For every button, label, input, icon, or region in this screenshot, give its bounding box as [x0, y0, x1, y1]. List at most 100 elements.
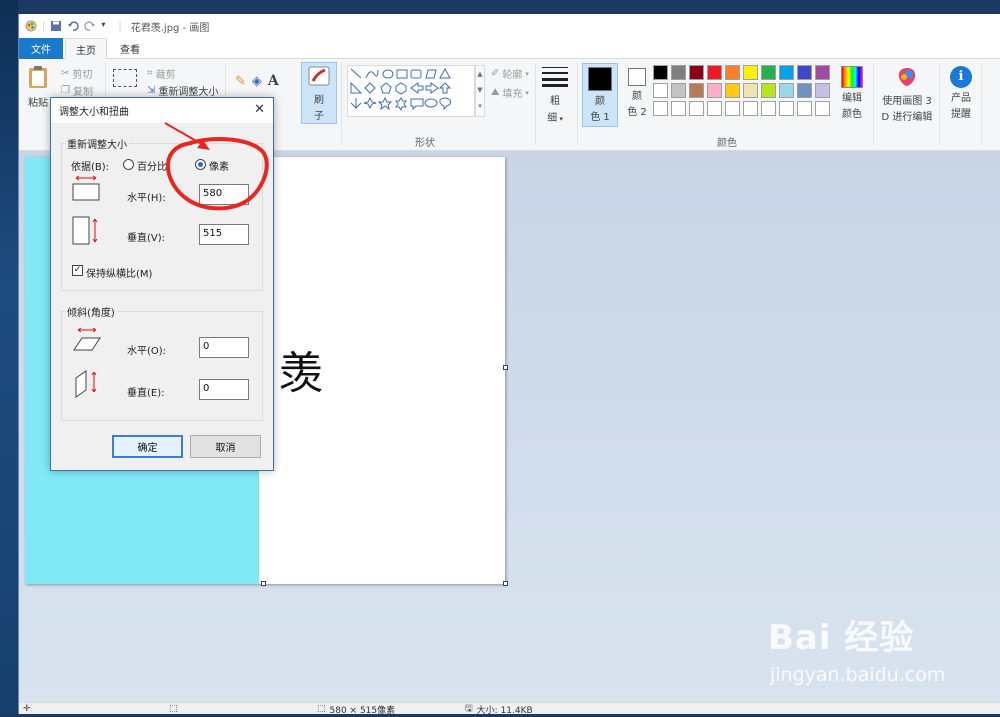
- crop-icon: ⌗: [147, 68, 153, 79]
- vertical-skew-icon: [74, 368, 102, 401]
- paint3d-icon: [896, 66, 918, 91]
- palette-swatch[interactable]: [653, 101, 668, 116]
- shapes-icons: [350, 67, 452, 112]
- palette-swatch[interactable]: [815, 101, 830, 116]
- canvas-text: 羡: [279, 348, 323, 399]
- fill-button[interactable]: ⛰ 填充 ▾: [491, 85, 529, 100]
- line-width-icon: [542, 65, 568, 90]
- palette-swatch[interactable]: [671, 101, 686, 116]
- palette-swatch[interactable]: [761, 65, 776, 80]
- copy-button[interactable]: ❐ 复制: [61, 83, 93, 98]
- palette-swatch[interactable]: [779, 101, 794, 116]
- palette-swatch[interactable]: [725, 83, 740, 98]
- color-spectrum-icon: [841, 66, 863, 88]
- palette-swatch[interactable]: [689, 65, 704, 80]
- palette-swatch[interactable]: [743, 65, 758, 80]
- tab-view[interactable]: 查看: [109, 38, 151, 59]
- product-label-1: 产品: [951, 93, 971, 104]
- brush-icon: [307, 65, 331, 90]
- paste-button[interactable]: 粘贴: [27, 65, 49, 109]
- vertical-input[interactable]: 515: [199, 224, 249, 245]
- redo-icon[interactable]: [84, 20, 96, 32]
- crop-button[interactable]: ⌗ 裁剪: [147, 66, 176, 81]
- skew-horizontal-input[interactable]: 0: [199, 337, 249, 358]
- resize-skew-dialog: 调整大小和扭曲 ✕ 重新调整大小 依据(B): 百分比 像素 水平(H): 58…: [50, 97, 274, 471]
- dialog-title: 调整大小和扭曲: [59, 107, 129, 118]
- palette-swatch[interactable]: [653, 65, 668, 80]
- disk-icon: 🖫: [465, 704, 473, 714]
- text-tool-icon[interactable]: A: [268, 73, 279, 89]
- palette-swatch[interactable]: [689, 101, 704, 116]
- palette-swatch[interactable]: [797, 83, 812, 98]
- color1-label-2: 色 1: [590, 112, 610, 123]
- fill-label: 填充: [502, 89, 523, 100]
- fill-icon: ⛰: [491, 87, 500, 98]
- palette-swatch[interactable]: [779, 83, 794, 98]
- brushes-label-2: 子: [314, 110, 324, 122]
- tab-file[interactable]: 文件: [19, 38, 63, 59]
- skew-vertical-label: 垂直(E):: [127, 388, 165, 399]
- select-button[interactable]: [113, 69, 137, 87]
- keep-aspect-checkbox[interactable]: ✓: [72, 265, 83, 276]
- brushes-button[interactable]: 刷 子: [301, 62, 337, 124]
- color2-button[interactable]: 颜 色 2: [622, 68, 652, 118]
- skew-vertical-input[interactable]: 0: [199, 379, 249, 400]
- palette-swatch[interactable]: [743, 101, 758, 116]
- palette-swatch[interactable]: [815, 65, 830, 80]
- crop-label: 裁剪: [155, 70, 176, 81]
- resize-handle-corner[interactable]: [503, 581, 508, 586]
- color-palette: [653, 65, 835, 123]
- pixels-radio[interactable]: [195, 159, 206, 170]
- save-icon[interactable]: [50, 20, 62, 32]
- cut-label: 剪切: [72, 70, 93, 81]
- vertical-resize-icon: [72, 216, 100, 249]
- palette-swatch[interactable]: [725, 101, 740, 116]
- palette-swatch[interactable]: [761, 101, 776, 116]
- palette-swatch[interactable]: [707, 101, 722, 116]
- undo-icon[interactable]: [67, 20, 80, 32]
- ok-button[interactable]: 确定: [112, 435, 183, 458]
- resize-handle-right[interactable]: [503, 365, 508, 370]
- size-button[interactable]: 粗 细 ▾: [541, 65, 569, 124]
- pencil-icon[interactable]: ✎: [235, 74, 246, 89]
- palette-swatch[interactable]: [671, 65, 686, 80]
- edit-with-paint3d-button[interactable]: 使用画图 3 D 进行编辑: [879, 66, 935, 123]
- resize-button[interactable]: ⇲ 重新调整大小: [147, 83, 218, 98]
- tools-group: ✎ ◈ A: [235, 73, 279, 89]
- resize-handle-bottom[interactable]: [261, 581, 266, 586]
- palette-swatch[interactable]: [707, 83, 722, 98]
- horizontal-skew-icon: [72, 326, 102, 357]
- cancel-button[interactable]: 取消: [190, 435, 261, 458]
- edit-colors-button[interactable]: 编辑 颜色: [837, 66, 867, 120]
- color1-label-1: 颜: [595, 96, 605, 107]
- palette-swatch[interactable]: [797, 65, 812, 80]
- resize-icon: ⇲: [147, 85, 156, 96]
- outline-button[interactable]: ✐ 轮廓 ▾: [491, 66, 529, 81]
- palette-swatch[interactable]: [689, 83, 704, 98]
- palette-swatch[interactable]: [797, 101, 812, 116]
- cut-button[interactable]: ✂ 剪切: [61, 66, 92, 81]
- palette-swatch[interactable]: [761, 83, 776, 98]
- paste-label: 粘贴: [28, 98, 48, 109]
- palette-swatch[interactable]: [725, 65, 740, 80]
- customize-quick-access-icon[interactable]: ▾: [101, 20, 113, 32]
- horizontal-input[interactable]: 580: [199, 184, 249, 205]
- palette-swatch[interactable]: [779, 65, 794, 80]
- palette-swatch[interactable]: [815, 83, 830, 98]
- percent-radio[interactable]: [123, 159, 134, 170]
- shapes-scrollbar[interactable]: ▲ ▼ ▾: [475, 65, 485, 117]
- vertical-label: 垂直(V):: [127, 233, 166, 244]
- color1-button[interactable]: 颜 色 1: [582, 63, 618, 127]
- close-icon[interactable]: ✕: [254, 102, 265, 117]
- fill-bucket-icon[interactable]: ◈: [252, 74, 262, 89]
- copy-label: 复制: [72, 87, 93, 98]
- palette-swatch[interactable]: [743, 83, 758, 98]
- shapes-gallery[interactable]: [347, 65, 475, 117]
- cursor-position-icon: ✛: [23, 704, 31, 714]
- product-alert-button[interactable]: i 产品 提醒: [946, 66, 976, 120]
- skew-horizontal-label: 水平(O):: [127, 346, 167, 357]
- tab-home[interactable]: 主页: [65, 38, 107, 60]
- palette-swatch[interactable]: [707, 65, 722, 80]
- palette-swatch[interactable]: [653, 83, 668, 98]
- palette-swatch[interactable]: [671, 83, 686, 98]
